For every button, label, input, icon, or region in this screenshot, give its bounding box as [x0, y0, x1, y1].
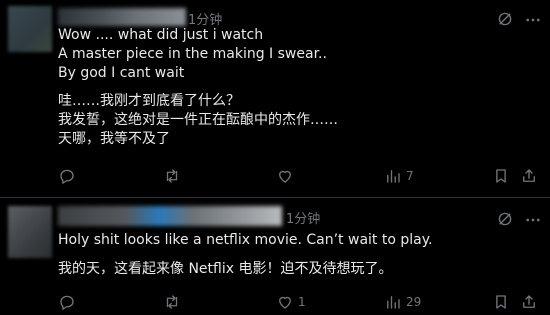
view-count: 7: [406, 169, 414, 183]
share-icon: [523, 169, 535, 182]
reply-button[interactable]: [58, 292, 80, 312]
grok-icon[interactable]: [496, 210, 514, 228]
post-text-line: By god I cant wait: [58, 65, 185, 81]
share-button[interactable]: [520, 292, 538, 312]
post-actions: 1 29: [58, 292, 538, 312]
repost-button[interactable]: [163, 166, 185, 186]
repost-icon: [166, 295, 178, 309]
avatar[interactable]: [8, 6, 52, 52]
like-icon: [279, 170, 291, 183]
views-button[interactable]: 7: [384, 166, 414, 186]
share-icon: [523, 295, 535, 308]
author-name-blurred[interactable]: [58, 8, 186, 26]
post-text: Holy shit looks like a netflix movie. Ca…: [58, 231, 432, 250]
post-text-line: A master piece in the making I swear..: [58, 46, 327, 62]
like-count: 1: [298, 295, 306, 309]
views-icon: [387, 296, 400, 309]
like-button[interactable]: 1: [276, 292, 306, 312]
grok-icon[interactable]: [496, 10, 514, 28]
reply-button[interactable]: [58, 166, 80, 186]
post-text-line: Holy shit looks like a netflix movie. Ca…: [58, 232, 433, 248]
views-icon: [387, 170, 400, 183]
translation-line: 我发誓，这绝对是一件正在酝酿中的杰作……: [58, 112, 338, 128]
repost-icon: [166, 169, 178, 183]
translation-line: 哇……我刚才到底看了什么？: [58, 93, 240, 109]
post-text: Wow .... what did just i watch A master …: [58, 26, 327, 83]
repost-button[interactable]: [163, 292, 185, 312]
avatar[interactable]: [8, 206, 52, 258]
timestamp[interactable]: 1分钟: [286, 208, 320, 227]
post-text-line: Wow .... what did just i watch: [58, 27, 264, 43]
view-count: 29: [406, 295, 422, 309]
post-actions: 7: [58, 166, 538, 186]
post-translation: 我的天，这看起来像 Netflix 电影！迫不及待想玩了。: [58, 260, 392, 279]
views-button[interactable]: 29: [384, 292, 421, 312]
reply-icon: [60, 295, 74, 310]
bookmark-button[interactable]: [492, 292, 510, 312]
post[interactable]: 1分钟 Holy shit looks like a netflix movie…: [0, 198, 550, 315]
like-button[interactable]: [276, 166, 298, 186]
post[interactable]: 1分钟 Wow .... what did just i watch A mas…: [0, 0, 550, 197]
like-icon: [279, 296, 291, 309]
bookmark-icon: [496, 169, 506, 183]
more-icon[interactable]: [524, 11, 542, 29]
translation-line: 我的天，这看起来像 Netflix 电影！迫不及待想玩了。: [58, 261, 393, 277]
bookmark-icon: [496, 295, 506, 309]
reply-icon: [60, 169, 74, 184]
translation-line: 天哪，我等不及了: [58, 131, 170, 147]
share-button[interactable]: [520, 166, 538, 186]
more-icon[interactable]: [524, 211, 542, 229]
post-translation: 哇……我刚才到底看了什么？ 我发誓，这绝对是一件正在酝酿中的杰作…… 天哪，我等…: [58, 92, 338, 149]
bookmark-button[interactable]: [492, 166, 510, 186]
author-name-blurred[interactable]: [58, 206, 282, 226]
